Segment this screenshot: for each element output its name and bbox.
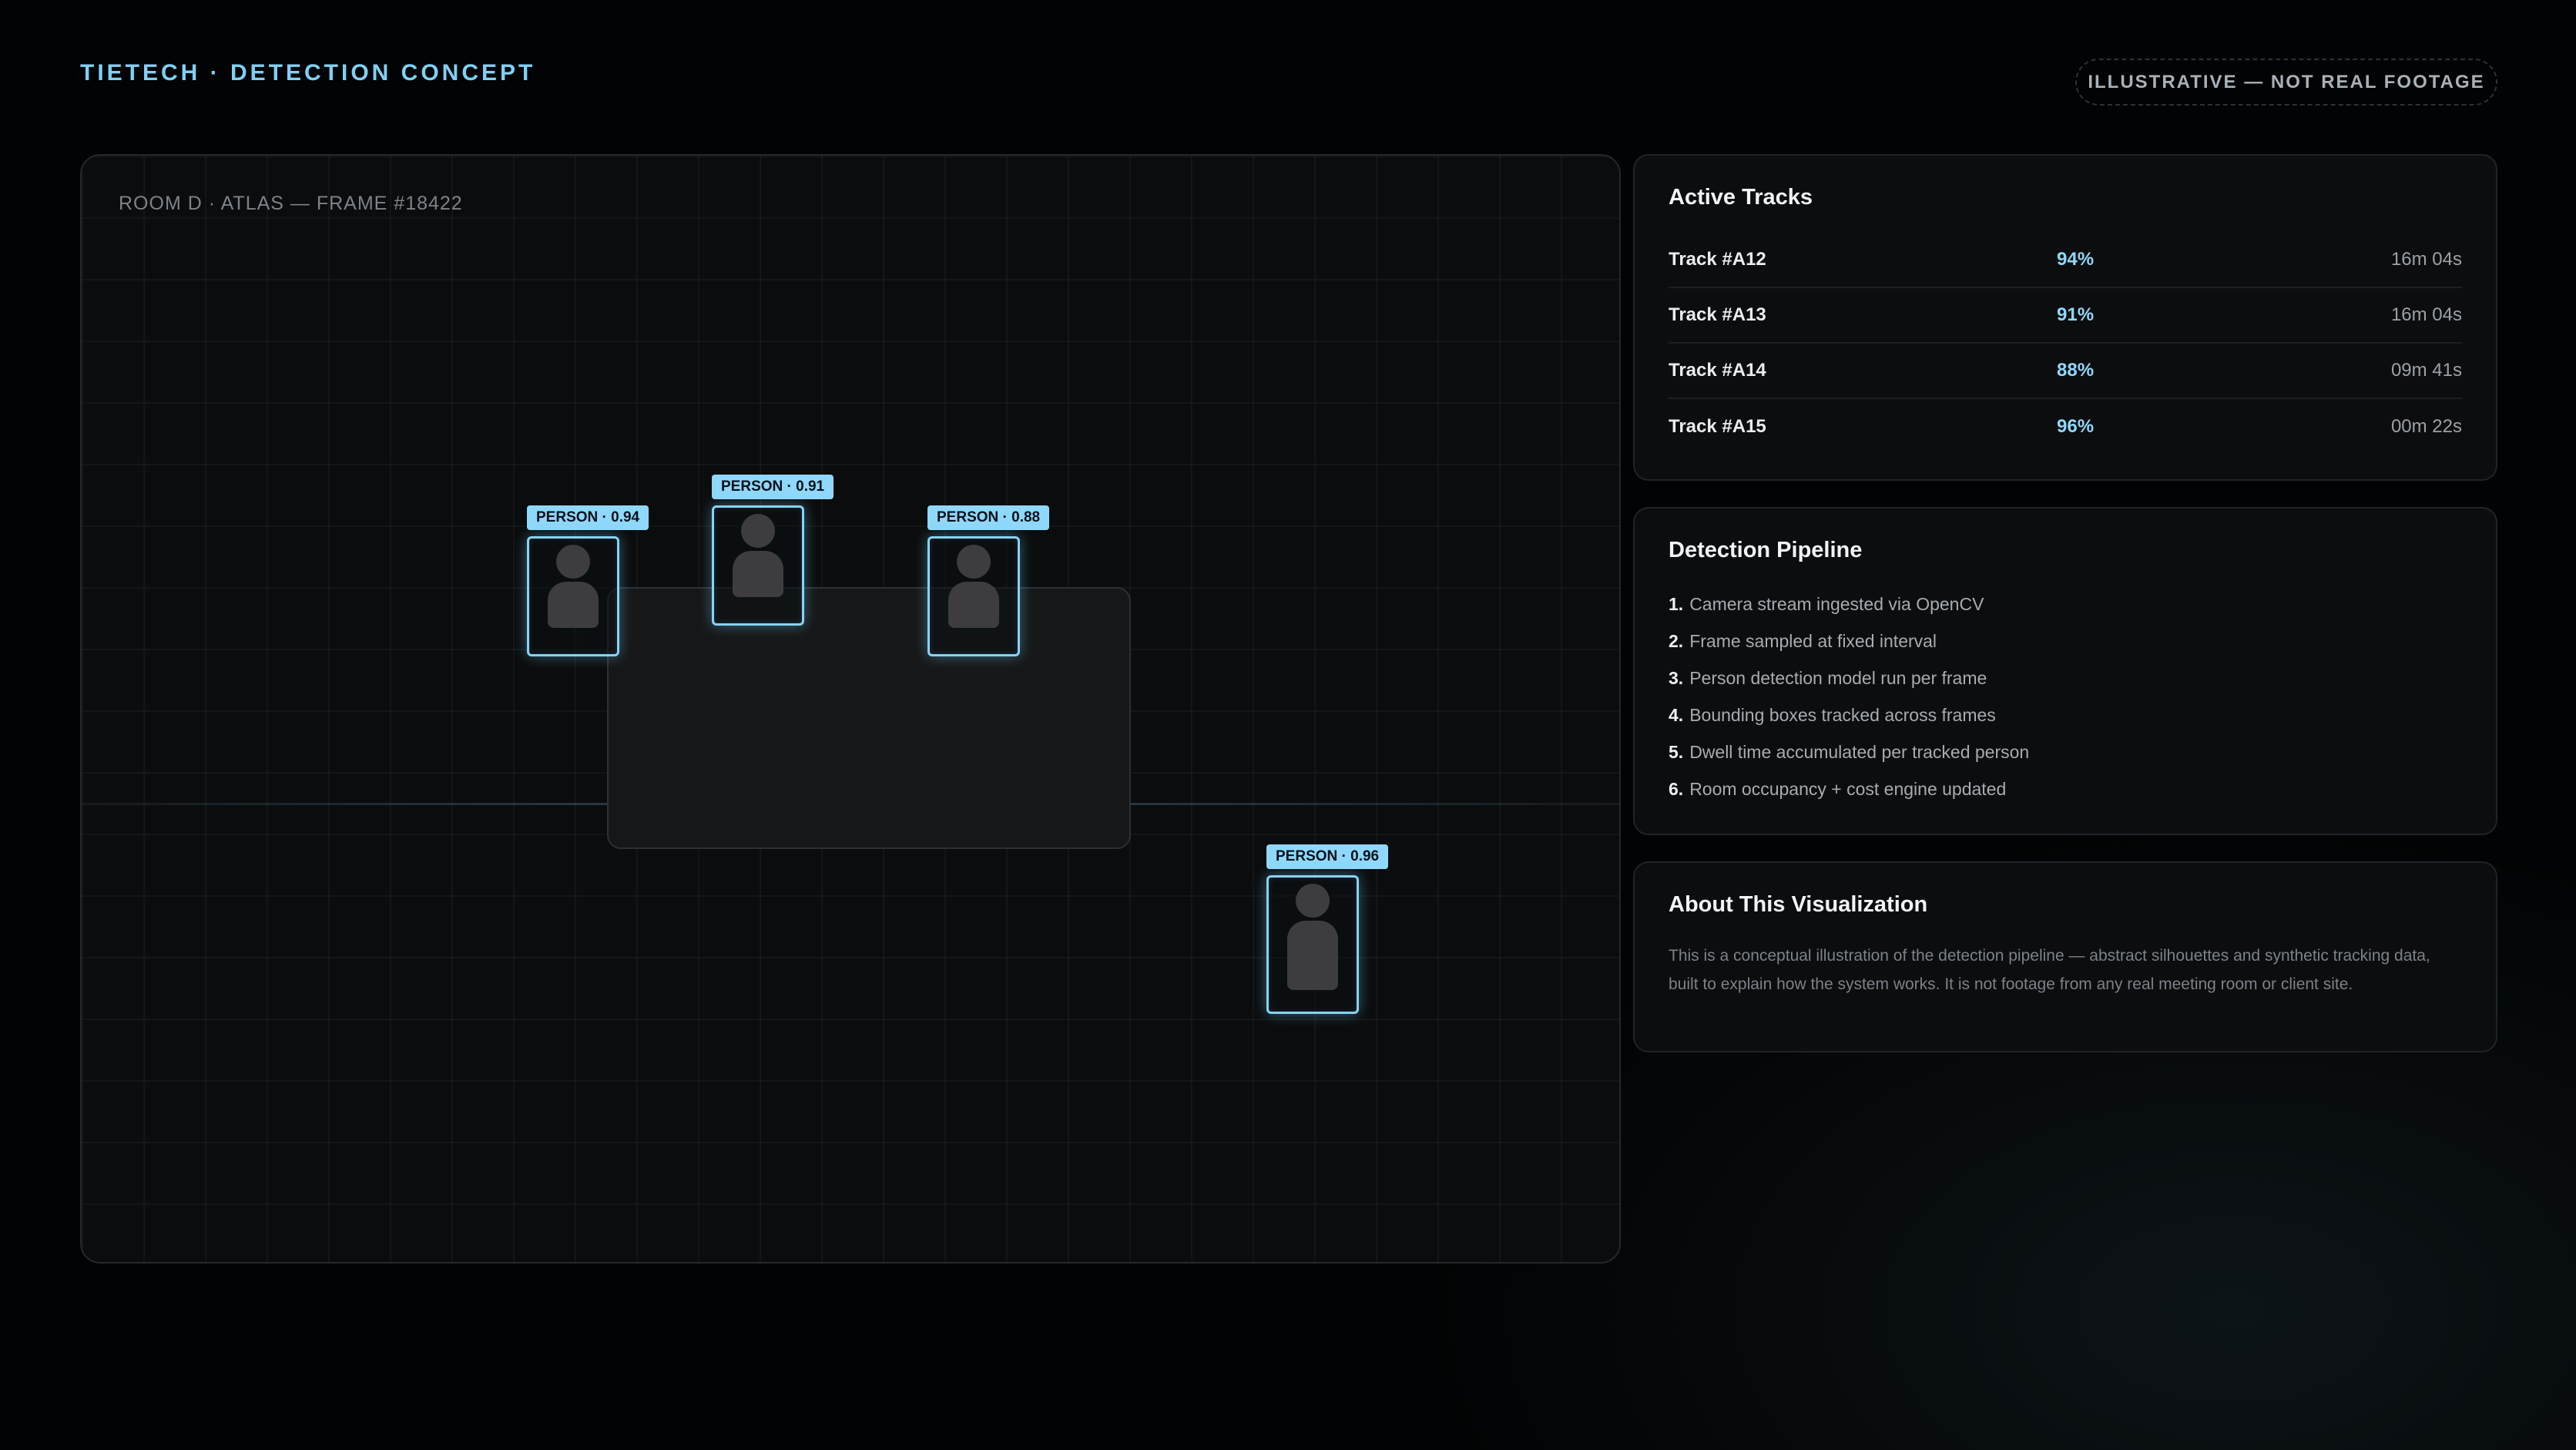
person-silhouette-head xyxy=(556,545,590,579)
pipeline-step: 3. Person detection model run per frame xyxy=(1669,660,2462,696)
step-text: Room occupancy + cost engine updated xyxy=(1689,778,2007,799)
step-text: Frame sampled at fixed interval xyxy=(1689,630,1937,651)
track-confidence: 96% xyxy=(2057,416,2095,437)
track-confidence: 94% xyxy=(2057,249,2095,270)
active-tracks-panel: Active Tracks Track #A12 94% 16m 04s Tra… xyxy=(1633,154,2497,481)
step-text: Person detection model run per frame xyxy=(1689,667,1987,688)
detection-person[interactable]: PERSON · 0.88 xyxy=(927,505,1050,656)
detection-pipeline-panel: Detection Pipeline 1. Camera stream inges… xyxy=(1633,507,2497,835)
person-silhouette-head xyxy=(741,514,775,548)
detection-label: PERSON · 0.91 xyxy=(712,475,834,499)
pipeline-step: 4. Bounding boxes tracked across frames xyxy=(1669,696,2462,733)
track-duration: 16m 04s xyxy=(2390,249,2462,270)
track-id: Track #A14 xyxy=(1669,360,1766,381)
step-number: 3. xyxy=(1669,667,1684,688)
track-row[interactable]: Track #A14 88% 09m 41s xyxy=(1669,344,2462,399)
step-number: 6. xyxy=(1669,778,1684,799)
track-confidence: 88% xyxy=(2057,360,2095,381)
meeting-table xyxy=(607,587,1131,849)
detection-person[interactable]: PERSON · 0.94 xyxy=(527,505,649,656)
track-confidence: 91% xyxy=(2057,304,2095,325)
detection-label: PERSON · 0.94 xyxy=(527,505,649,530)
step-number: 4. xyxy=(1669,704,1684,725)
about-description: This is a conceptual illustration of the… xyxy=(1669,947,2430,993)
bounding-box xyxy=(1266,875,1359,1014)
track-id: Track #A15 xyxy=(1669,416,1766,437)
track-row[interactable]: Track #A12 94% 16m 04s xyxy=(1669,233,2462,288)
about-panel: About This Visualization This is a conce… xyxy=(1633,861,2497,1052)
track-row[interactable]: Track #A13 91% 16m 04s xyxy=(1669,288,2462,344)
person-silhouette-body xyxy=(733,551,783,597)
pipeline-step: 5. Dwell time accumulated per tracked per… xyxy=(1669,733,2462,770)
pipeline-step: 2. Frame sampled at fixed interval xyxy=(1669,623,2462,660)
bounding-box xyxy=(927,536,1020,656)
person-silhouette-body xyxy=(948,582,999,628)
disclaimer-badge: ILLUSTRATIVE — NOT REAL FOOTAGE xyxy=(2075,59,2497,106)
step-number: 1. xyxy=(1669,593,1684,614)
bounding-box xyxy=(712,505,804,626)
detection-person[interactable]: PERSON · 0.91 xyxy=(712,475,834,626)
track-duration: 09m 41s xyxy=(2390,360,2462,381)
track-id: Track #A13 xyxy=(1669,304,1766,325)
panel-title: Detection Pipeline xyxy=(1669,538,1863,562)
detection-scene: ROOM D · ATLAS — FRAME #18422 PERSON · 0… xyxy=(80,154,1621,1264)
pipeline-steps: 1. Camera stream ingested via OpenCV 2. Fr… xyxy=(1669,586,2462,807)
frame-label: ROOM D · ATLAS — FRAME #18422 xyxy=(119,193,463,214)
pipeline-step: 1. Camera stream ingested via OpenCV xyxy=(1669,586,2462,623)
detection-label: PERSON · 0.96 xyxy=(1266,844,1389,869)
tracks-list: Track #A12 94% 16m 04s Track #A13 91% 16… xyxy=(1669,233,2462,455)
track-id: Track #A12 xyxy=(1669,249,1766,270)
bounding-box xyxy=(527,536,619,656)
panel-title: About This Visualization xyxy=(1669,892,1928,917)
step-text: Camera stream ingested via OpenCV xyxy=(1689,593,1984,614)
step-text: Dwell time accumulated per tracked perso… xyxy=(1689,741,2030,762)
track-duration: 00m 22s xyxy=(2390,416,2462,437)
panel-title: Active Tracks xyxy=(1669,185,1813,210)
person-silhouette-head xyxy=(957,545,991,579)
brand-title: TIETECH · DETECTION CONCEPT xyxy=(80,60,536,86)
step-text: Bounding boxes tracked across frames xyxy=(1689,704,1996,725)
person-silhouette-body xyxy=(548,582,599,628)
detection-person[interactable]: PERSON · 0.96 xyxy=(1266,844,1389,1014)
detection-label: PERSON · 0.88 xyxy=(927,505,1050,530)
person-silhouette-head xyxy=(1296,884,1330,918)
step-number: 5. xyxy=(1669,741,1684,762)
person-silhouette-body xyxy=(1287,921,1338,990)
track-row[interactable]: Track #A15 96% 00m 22s xyxy=(1669,399,2462,455)
track-duration: 16m 04s xyxy=(2390,304,2462,325)
step-number: 2. xyxy=(1669,630,1684,651)
pipeline-step: 6. Room occupancy + cost engine updated xyxy=(1669,770,2462,807)
